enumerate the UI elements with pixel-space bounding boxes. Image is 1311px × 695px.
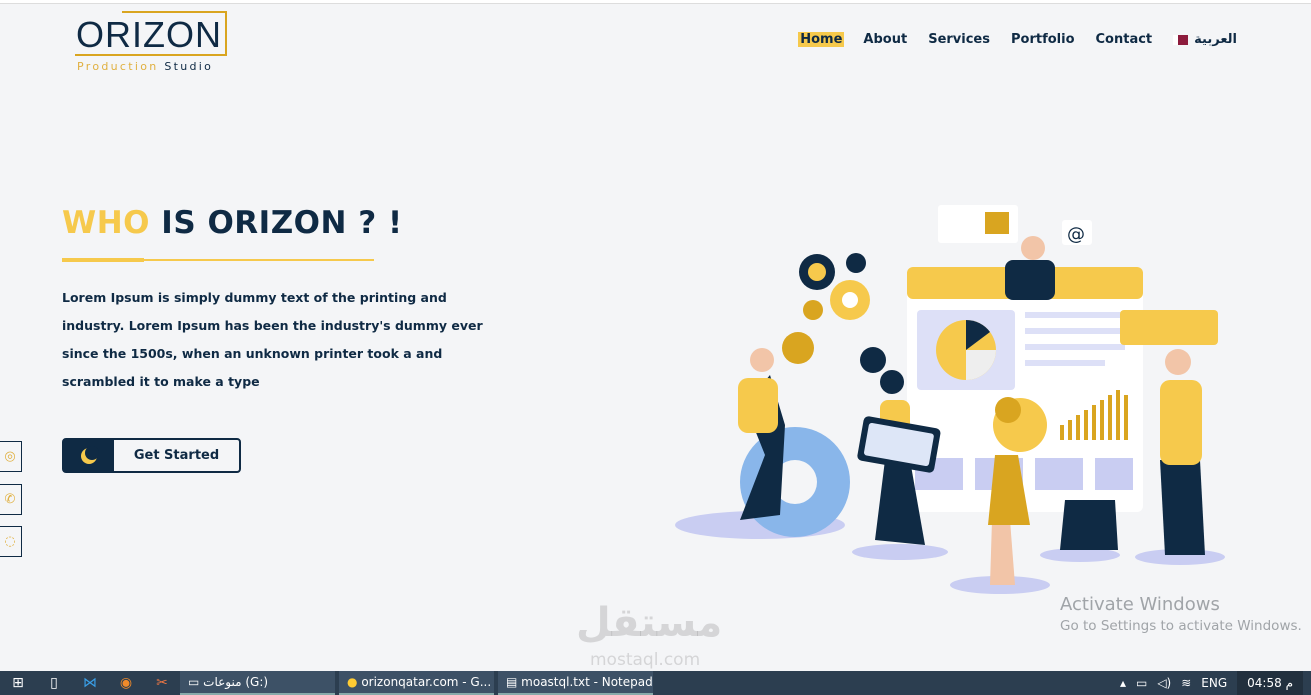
- whatsapp-icon[interactable]: ◌: [0, 526, 22, 557]
- mostaql-watermark: مستقل: [576, 600, 723, 646]
- hero-title: WHO IS ORIZON ? !: [62, 205, 403, 241]
- nav-home[interactable]: Home: [798, 32, 845, 47]
- volume-icon[interactable]: ◁): [1157, 676, 1171, 690]
- get-started-button[interactable]: Get Started: [62, 438, 241, 473]
- logo-word: ORIZON: [76, 14, 222, 55]
- qatar-flag-icon: [1173, 34, 1189, 45]
- windows-start-icon[interactable]: ⊞: [0, 675, 36, 691]
- tray-up-icon[interactable]: ▴: [1120, 676, 1126, 690]
- task-view-icon[interactable]: ▯: [36, 675, 72, 691]
- svg-text:@: @: [1067, 224, 1085, 245]
- windows-activation-notice: Activate Windows Go to Settings to activ…: [1060, 594, 1302, 634]
- browser-top-edge: [0, 0, 1311, 4]
- wifi-icon[interactable]: ≋: [1181, 676, 1191, 690]
- nav-language[interactable]: العربية: [1171, 32, 1239, 47]
- taskbar: ⊞ ▯ ⋈ ◉ ✂ ▭ منوعات (G:) ● orizonqatar.co…: [0, 671, 1311, 695]
- vscode-icon[interactable]: ⋈: [72, 675, 108, 691]
- taskbar-notepad[interactable]: ▤ moastql.txt - Notepad: [498, 671, 653, 695]
- nav-contact[interactable]: Contact: [1094, 32, 1155, 47]
- phone-icon[interactable]: ✆: [0, 484, 22, 515]
- moon-icon: [64, 440, 114, 471]
- logo[interactable]: ORIZON Production Studio: [75, 11, 230, 75]
- get-started-label: Get Started: [133, 448, 220, 463]
- app-icon[interactable]: ✂: [144, 675, 180, 691]
- uc-browser-icon[interactable]: ◉: [108, 675, 144, 691]
- hero-illustration: @: [675, 205, 1225, 594]
- hero-text: Lorem Ipsum is simply dummy text of the …: [62, 290, 483, 389]
- nav-portfolio[interactable]: Portfolio: [1009, 32, 1077, 47]
- instagram-icon[interactable]: ◎: [0, 441, 22, 472]
- main-nav: Home About Services Portfolio Contact ال…: [798, 32, 1239, 47]
- battery-icon[interactable]: ▭: [1136, 676, 1147, 690]
- title-underline: [62, 258, 374, 262]
- system-tray: ▴ ▭ ◁) ≋ ENG 04:58 م: [1120, 671, 1311, 695]
- logo-subtitle: Production Studio: [77, 60, 214, 73]
- taskbar-chrome[interactable]: ● orizonqatar.com - G...: [339, 671, 494, 695]
- taskbar-explorer[interactable]: ▭ منوعات (G:): [180, 671, 335, 695]
- mostaql-watermark-url: mostaql.com: [590, 650, 701, 670]
- nav-services[interactable]: Services: [926, 32, 992, 47]
- language-indicator[interactable]: ENG: [1201, 676, 1227, 690]
- nav-about[interactable]: About: [861, 32, 909, 47]
- clock[interactable]: 04:58 م: [1237, 671, 1303, 695]
